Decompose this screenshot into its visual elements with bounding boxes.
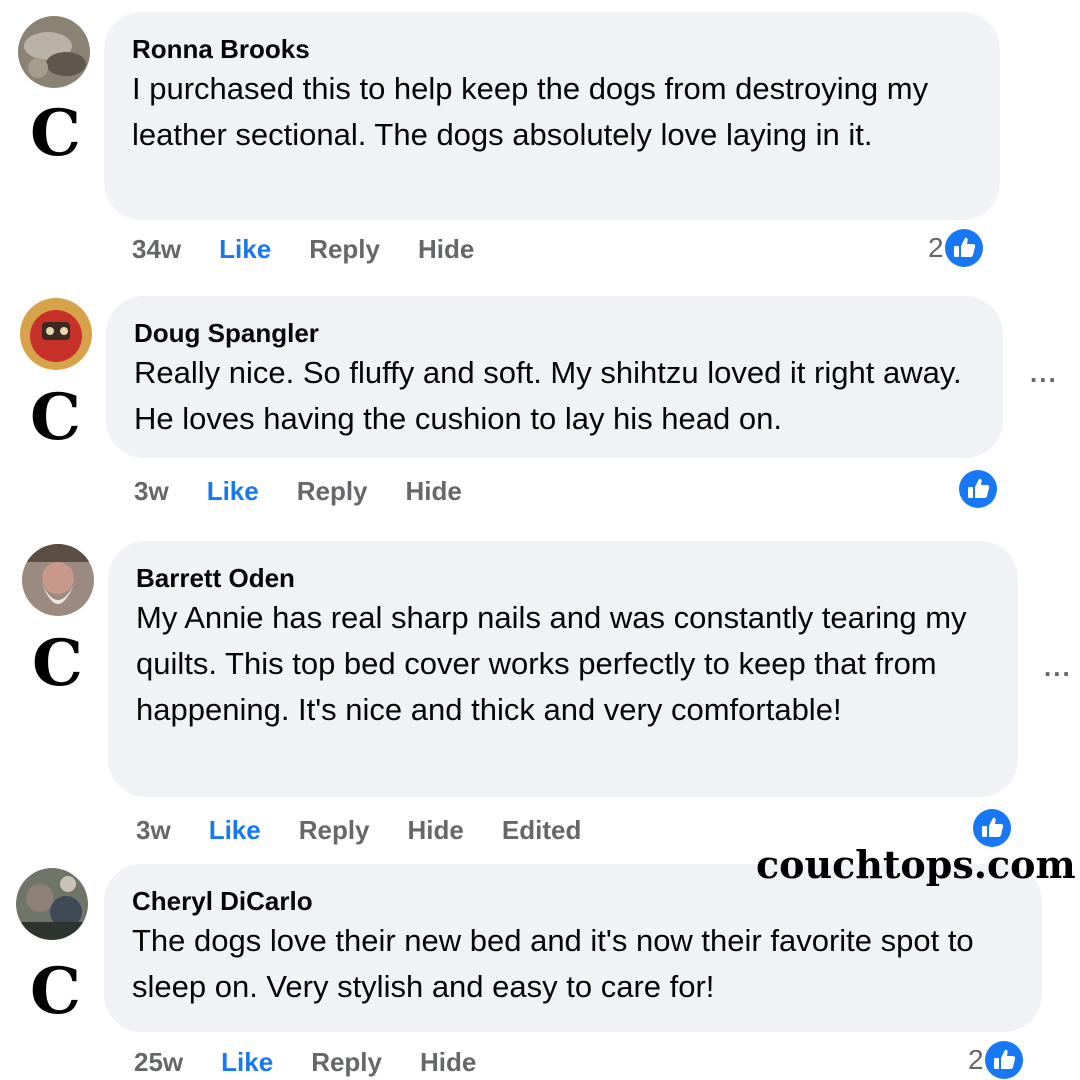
brand-mark: C xyxy=(30,96,81,171)
comment-bubble: Ronna Brooks I purchased this to help ke… xyxy=(104,12,1000,220)
comment-text: My Annie has real sharp nails and was co… xyxy=(136,600,967,727)
comment-text: I purchased this to help keep the dogs f… xyxy=(132,71,929,152)
hide-button[interactable]: Hide xyxy=(420,1047,476,1078)
like-button[interactable]: Like xyxy=(209,815,261,846)
comment-author[interactable]: Doug Spangler xyxy=(134,316,975,350)
like-button[interactable]: Like xyxy=(219,234,271,265)
comment-bubble: Barrett Oden My Annie has real sharp nai… xyxy=(108,541,1018,797)
comment-bubble: Cheryl DiCarlo The dogs love their new b… xyxy=(104,864,1042,1032)
comment-author[interactable]: Barrett Oden xyxy=(136,561,990,595)
comment-time[interactable]: 25w xyxy=(134,1047,183,1078)
avatar[interactable] xyxy=(18,16,90,88)
comment-time[interactable]: 3w xyxy=(134,476,169,507)
hide-button[interactable]: Hide xyxy=(408,815,464,846)
reply-button[interactable]: Reply xyxy=(311,1047,382,1078)
comment-actions: 3w Like Reply Hide Edited xyxy=(136,812,619,848)
thumbs-up-icon xyxy=(959,470,997,508)
hide-button[interactable]: Hide xyxy=(406,476,462,507)
comment-author[interactable]: Cheryl DiCarlo xyxy=(132,884,1014,918)
reaction-summary[interactable] xyxy=(958,469,998,509)
reply-button[interactable]: Reply xyxy=(297,476,368,507)
reaction-count: 2 xyxy=(968,1044,984,1075)
comment-actions: 34w Like Reply Hide xyxy=(132,231,512,267)
watermark: couchtops.com xyxy=(756,842,1076,887)
more-options-icon[interactable]: ... xyxy=(1030,358,1058,389)
brand-mark: C xyxy=(30,954,81,1029)
reply-button[interactable]: Reply xyxy=(309,234,380,265)
comment-actions: 3w Like Reply Hide xyxy=(134,473,500,509)
reaction-summary[interactable]: 2 xyxy=(968,1040,1024,1080)
reaction-summary[interactable]: 2 xyxy=(928,228,984,268)
thumbs-up-icon xyxy=(984,1041,1023,1079)
thumbs-up-icon xyxy=(944,229,983,267)
comment-bubble: Doug Spangler Really nice. So fluffy and… xyxy=(106,296,1003,458)
avatar[interactable] xyxy=(16,868,88,940)
more-options-icon[interactable]: ... xyxy=(1044,652,1072,683)
comment-time[interactable]: 34w xyxy=(132,234,181,265)
comment-author[interactable]: Ronna Brooks xyxy=(132,32,972,66)
like-button[interactable]: Like xyxy=(221,1047,273,1078)
comment-text: Really nice. So fluffy and soft. My shih… xyxy=(134,355,962,436)
edited-label: Edited xyxy=(501,814,582,845)
reply-button[interactable]: Reply xyxy=(299,815,370,846)
brand-mark: C xyxy=(32,626,83,701)
comment-actions: 25w Like Reply Hide xyxy=(134,1044,514,1080)
brand-mark: C xyxy=(30,380,81,455)
avatar[interactable] xyxy=(22,544,94,616)
reaction-count: 2 xyxy=(928,232,944,263)
comment-text: The dogs love their new bed and it's now… xyxy=(132,923,974,1004)
avatar[interactable] xyxy=(20,298,92,370)
like-button[interactable]: Like xyxy=(207,476,259,507)
comment-time[interactable]: 3w xyxy=(136,815,171,846)
hide-button[interactable]: Hide xyxy=(418,234,474,265)
